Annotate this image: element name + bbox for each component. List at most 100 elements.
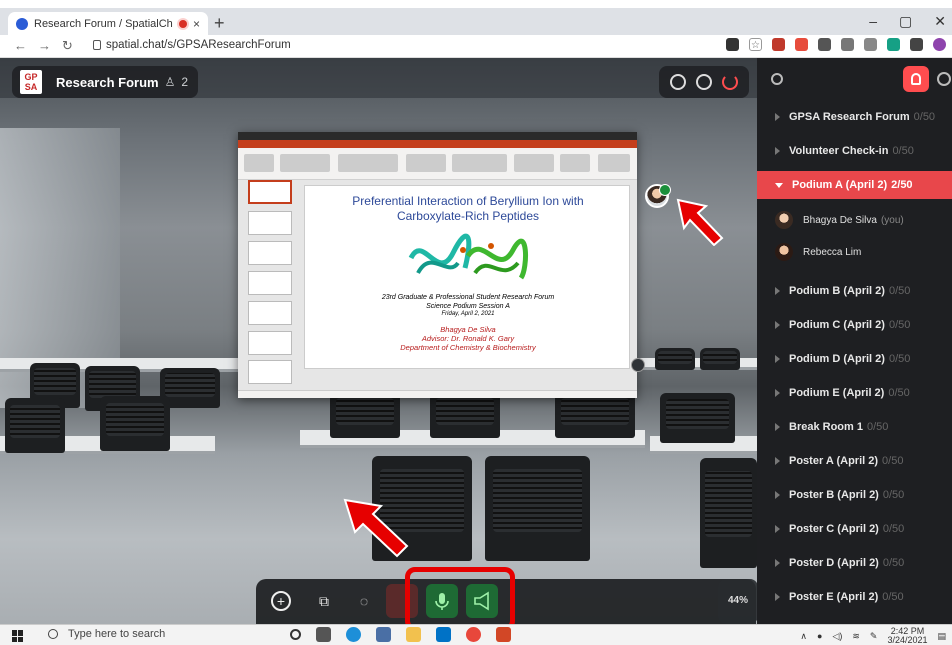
store-icon[interactable] (376, 627, 391, 642)
extension-s-icon[interactable] (818, 38, 831, 51)
volume-icon[interactable]: ◁) (832, 631, 842, 642)
slide-thumbnail[interactable] (248, 331, 292, 355)
microphone-tray-icon[interactable]: ● (817, 631, 822, 641)
forward-arrow-icon[interactable]: → (38, 38, 51, 53)
search-icon (48, 629, 58, 639)
file-explorer-icon[interactable] (406, 627, 421, 642)
slide-thumbnail[interactable] (248, 241, 292, 265)
extension-red-icon[interactable] (795, 38, 808, 51)
edge-icon[interactable] (346, 627, 361, 642)
participant-count: 2 (181, 75, 189, 89)
help-icon[interactable] (696, 74, 712, 90)
chair (100, 396, 170, 451)
event-date: Friday, April 2, 2021 (441, 311, 495, 317)
member-name: Rebecca Lim (803, 246, 862, 258)
extension-filter-icon[interactable] (864, 38, 877, 51)
chair (5, 398, 65, 453)
chair (700, 348, 740, 370)
mail-icon[interactable] (436, 627, 451, 642)
maximize-button[interactable]: ▢ (899, 13, 912, 30)
room-name: Poster C (April 2) (789, 523, 879, 535)
screen: Research Forum / SpatialCha × + – ▢ ✕ ← … (0, 0, 952, 645)
pen-icon[interactable]: ✎ (870, 631, 878, 642)
reload-icon[interactable]: ↻ (62, 38, 73, 54)
wifi-icon[interactable]: ≋ (852, 631, 860, 642)
room-capacity: 0/50 (866, 421, 889, 433)
tab-close-icon[interactable]: × (193, 17, 200, 31)
chrome-icon[interactable] (466, 627, 481, 642)
extension-icons: ☆ (726, 38, 946, 51)
slide-thumbnail[interactable] (248, 301, 292, 325)
slide-thumbnail[interactable] (248, 180, 292, 204)
room-gpsa-research-forum[interactable]: GPSA Research Forum 0/50 (757, 103, 952, 131)
chair (660, 393, 735, 443)
member-tag: (you) (880, 214, 904, 226)
room-capacity: 2/50 (891, 179, 913, 191)
room-volunteer-check-in[interactable]: Volunteer Check-in 0/50 (757, 137, 952, 165)
chair (700, 458, 757, 568)
close-window-button[interactable]: ✕ (934, 13, 946, 30)
slide-thumbnail[interactable] (248, 271, 292, 295)
room-poster-a-april-2[interactable]: Poster A (April 2) 0/50 (757, 447, 952, 475)
back-arrow-icon[interactable]: ← (14, 38, 27, 53)
new-tab-button[interactable]: + (214, 13, 225, 34)
room-podium-b-april-2[interactable]: Podium B (April 2) 0/50 (757, 277, 952, 305)
powerpoint-icon[interactable] (496, 627, 511, 642)
settings-gear-icon[interactable] (670, 74, 686, 90)
room-member[interactable]: Bhagya De Silva (you) (775, 209, 904, 231)
zoom-level[interactable]: 44% (718, 579, 757, 624)
room-header: GP SA Research Forum ♙ 2 (12, 66, 198, 98)
windows-start-icon[interactable] (12, 630, 24, 642)
room-poster-e-april-2[interactable]: Poster E (April 2) 0/50 (757, 583, 952, 611)
share-screen-icon[interactable]: ⧉ (311, 588, 337, 614)
browser-tab-strip: Research Forum / SpatialCha × + – ▢ ✕ (0, 8, 952, 35)
room-name: Break Room 1 (789, 421, 863, 433)
task-view-icon[interactable] (316, 627, 331, 642)
powerpoint-status-bar (238, 390, 637, 398)
chevron-up-icon[interactable]: ∧ (800, 631, 807, 642)
room-poster-c-april-2[interactable]: Poster C (April 2) 0/50 (757, 515, 952, 543)
room-capacity: 0/50 (892, 145, 914, 157)
cortana-icon[interactable] (290, 629, 301, 640)
room-member[interactable]: Rebecca Lim (775, 241, 865, 263)
participants-tab-button[interactable] (903, 66, 929, 92)
slide-thumbnail[interactable] (248, 360, 292, 384)
adblock-icon[interactable] (772, 38, 785, 51)
clock[interactable]: 2:42 PM 3/24/2021 (887, 627, 927, 645)
room-poster-d-april-2[interactable]: Poster D (April 2) 0/50 (757, 549, 952, 577)
slide-thumbnail[interactable] (248, 211, 292, 235)
leave-power-icon[interactable] (722, 74, 738, 90)
room-name: Podium E (April 2) (789, 387, 885, 399)
room-title: Research Forum (56, 74, 159, 90)
star-icon[interactable]: ☆ (749, 38, 762, 51)
add-icon[interactable]: + (271, 591, 291, 611)
room-podium-a-april-2[interactable]: Podium A (April 2) 2/50 (757, 171, 952, 199)
room-break-room-1[interactable]: Break Room 1 0/50 (757, 413, 952, 441)
screen-share-window[interactable]: Preferential Interaction of Beryllium Io… (238, 132, 637, 398)
room-podium-c-april-2[interactable]: Podium C (April 2) 0/50 (757, 311, 952, 339)
browser-tab[interactable]: Research Forum / SpatialCha × (8, 12, 208, 35)
chat-tab-icon[interactable] (937, 72, 951, 86)
profile-avatar-icon[interactable] (933, 38, 946, 51)
room-name: Poster E (April 2) (789, 591, 879, 603)
remote-user-avatar[interactable] (631, 358, 645, 372)
address-bar: ← → ↻ spatial.chat/s/GPSAResearchForum ☆ (0, 35, 952, 58)
chair (555, 393, 635, 438)
notifications-icon[interactable]: ▤ (937, 631, 946, 642)
chat-icon[interactable]: ◌ (351, 588, 377, 614)
cast-icon[interactable] (726, 38, 739, 51)
extension-square-icon[interactable] (841, 38, 854, 51)
room-capacity: 0/50 (882, 557, 905, 569)
room-poster-b-april-2[interactable]: Poster B (April 2) 0/50 (757, 481, 952, 509)
author-name: Bhagya De Silva (440, 325, 496, 334)
expand-triangle-icon (775, 287, 780, 295)
search-icon[interactable] (771, 73, 783, 85)
extension-g-icon[interactable] (887, 38, 900, 51)
minimize-button[interactable]: – (869, 13, 877, 30)
room-podium-e-april-2[interactable]: Podium E (April 2) 0/50 (757, 379, 952, 407)
puzzle-icon[interactable] (910, 38, 923, 51)
url-field[interactable]: spatial.chat/s/GPSAResearchForum (106, 39, 291, 51)
session-controls (659, 66, 749, 98)
taskbar-search[interactable]: Type here to search (48, 628, 165, 640)
room-podium-d-april-2[interactable]: Podium D (April 2) 0/50 (757, 345, 952, 373)
